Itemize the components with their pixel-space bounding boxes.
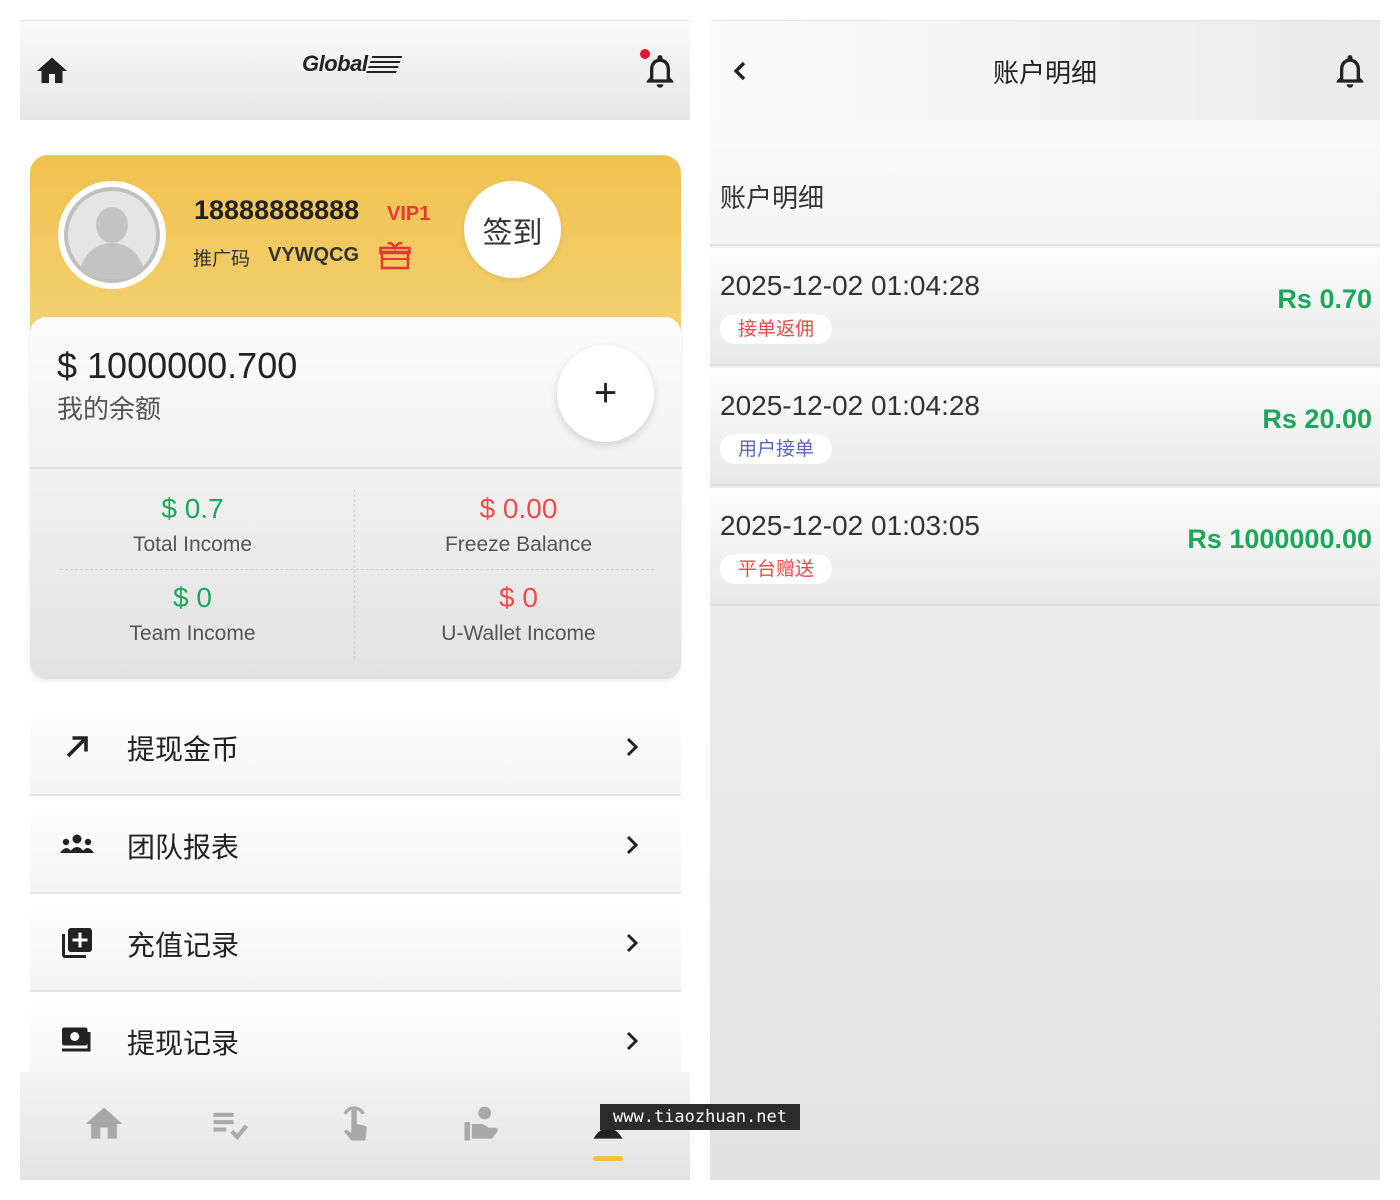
stat-label: Total Income [132,533,253,556]
balance-label: 我的余额 [57,395,162,425]
gift-icon[interactable] [379,240,411,270]
stat-value: $ 0 [499,582,538,613]
invite-code-label: 推广码 [193,248,251,270]
avatar[interactable] [58,181,166,289]
stat-u-wallet-income: $ 0 U-Wallet Income [371,582,666,646]
chevron-right-icon [626,737,639,757]
transaction-type-tag: 平台赠送 [720,554,833,584]
menu-item-label: 提现记录 [127,1027,240,1060]
transaction-time: 2025-12-02 01:04:28 [720,270,980,301]
menu-item-label: 充值记录 [127,929,240,962]
signin-button[interactable]: 签到 [464,181,561,278]
notification-dot [640,49,650,59]
transaction-amount: Rs 0.70 [1277,284,1372,314]
stat-value: $ 0 [173,582,212,613]
arrow-up-right-icon [66,736,88,758]
top-bar: 账户明细 [710,20,1380,120]
balance-amount: $ 1000000.700 [57,345,298,386]
stat-label: Team Income [129,622,256,645]
page-title: 账户明细 [992,59,1097,89]
app-logo: Global [302,51,412,91]
menu-item-team-report[interactable]: 团队报表 [30,796,681,894]
stat-total-income: $ 0.7 Total Income [45,493,340,557]
watermark: www.tiaozhuan.net [600,1104,800,1130]
home-icon[interactable] [81,1102,127,1146]
task-list-icon[interactable] [207,1102,253,1146]
home-icon[interactable] [34,53,70,89]
stat-label: Freeze Balance [444,533,593,556]
screen: Global 18888888888 VIP1 推广码 VYWQCG 签到 $ … [0,0,1400,1200]
stat-label: U-Wallet Income [441,622,596,645]
bell-icon[interactable] [1330,51,1370,91]
divider [60,569,654,570]
add-box-icon [62,928,92,958]
divider [30,467,681,469]
transaction-time: 2025-12-02 01:03:05 [720,510,980,541]
transaction-type-tag: 接单返佣 [720,314,833,344]
tap-icon[interactable] [332,1102,378,1146]
menu-item-label: 团队报表 [127,831,240,864]
active-tab-indicator [593,1156,623,1161]
profile-screen: Global 18888888888 VIP1 推广码 VYWQCG 签到 $ … [20,20,690,1180]
menu-item-label: 提现金币 [127,733,240,766]
divider [354,489,355,659]
chevron-right-icon [626,835,639,855]
transaction-row[interactable]: 2025-12-02 01:04:28 用户接单 Rs 20.00 [710,368,1380,486]
vip-badge: VIP1 [387,203,431,225]
balance-card: $ 1000000.700 我的余额 + $ 0.7 Total Income … [30,317,681,679]
top-bar: Global [20,20,690,120]
invite-code[interactable]: VYWQCG [268,244,359,267]
chevron-right-icon [626,933,639,953]
transaction-row[interactable]: 2025-12-02 01:03:05 平台赠送 Rs 1000000.00 [710,488,1380,606]
stat-team-income: $ 0 Team Income [45,582,340,646]
user-phone: 18888888888 [194,195,360,225]
section-header: 账户明细 [710,120,1380,246]
hand-coin-icon[interactable] [458,1102,504,1146]
menu-item-withdraw-coins[interactable]: 提现金币 [30,698,681,796]
stat-value: $ 0.00 [479,493,558,524]
menu-list: 提现金币 团队报表 充值记录 提现记录 [30,698,681,1090]
transaction-amount: Rs 20.00 [1262,404,1372,434]
chevron-right-icon [626,1031,639,1051]
bottom-nav [20,1072,690,1180]
transaction-type-tag: 用户接单 [720,434,833,464]
transaction-time: 2025-12-02 01:04:28 [720,390,980,421]
stat-freeze-balance: $ 0.00 Freeze Balance [371,493,666,557]
stat-value: $ 0.7 [161,493,224,524]
recharge-plus-button[interactable]: + [557,345,654,442]
section-title: 账户明细 [720,184,825,214]
transaction-amount: Rs 1000000.00 [1187,524,1372,554]
account-details-screen: 账户明细 账户明细 2025-12-02 01:04:28 接单返佣 Rs 0.… [710,20,1380,1180]
menu-item-recharge-records[interactable]: 充值记录 [30,894,681,992]
cash-icon [62,1027,91,1052]
team-icon [60,834,94,853]
transaction-row[interactable]: 2025-12-02 01:04:28 接单返佣 Rs 0.70 [710,248,1380,366]
